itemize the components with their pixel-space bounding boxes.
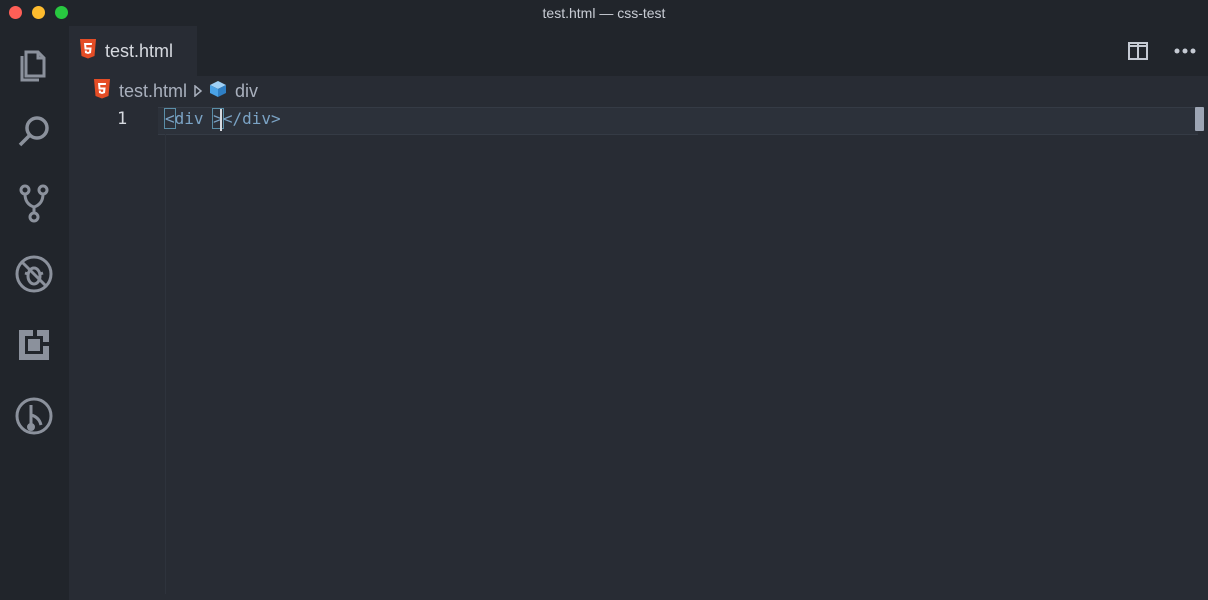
source-control-icon[interactable] [11,180,57,226]
breadcrumb-element-label: div [235,80,259,101]
indent-guide [165,134,166,594]
breadcrumb-file[interactable]: test.html [93,78,188,104]
code-line[interactable]: <div ></div> [164,108,281,129]
closing-tag: </div> [222,109,281,128]
window-title: test.html — css-test [542,5,666,21]
git-graph-icon[interactable] [11,393,57,439]
chevron-right-icon [193,81,203,102]
search-icon[interactable] [11,109,57,155]
split-editor-icon[interactable] [1125,38,1151,64]
html5-icon [79,38,97,64]
text-cursor [220,109,222,131]
current-line-highlight [158,107,1198,135]
code-editor[interactable]: 1 <div ></div> [69,104,1208,600]
tab-bar: test.html [69,26,1208,76]
line-number: 1 [117,109,128,129]
open-bracket: < [164,108,176,129]
debug-icon[interactable] [11,251,57,297]
scrollbar-marker[interactable] [1195,107,1204,131]
breadcrumb-file-label: test.html [119,80,188,101]
breadcrumb-element[interactable]: div [209,80,258,103]
breadcrumb: test.html div [93,78,258,104]
tab-test-html[interactable]: test.html [69,26,197,76]
activity-bar [0,26,69,600]
explorer-icon[interactable] [11,40,57,86]
ellipsis-icon[interactable] [1172,38,1198,64]
cube-icon [209,80,227,103]
tab-label: test.html [105,40,174,61]
title-bar: test.html — css-test [0,0,1208,26]
html5-icon [93,78,111,104]
tag-name: div [174,109,214,128]
extensions-icon[interactable] [11,322,57,368]
